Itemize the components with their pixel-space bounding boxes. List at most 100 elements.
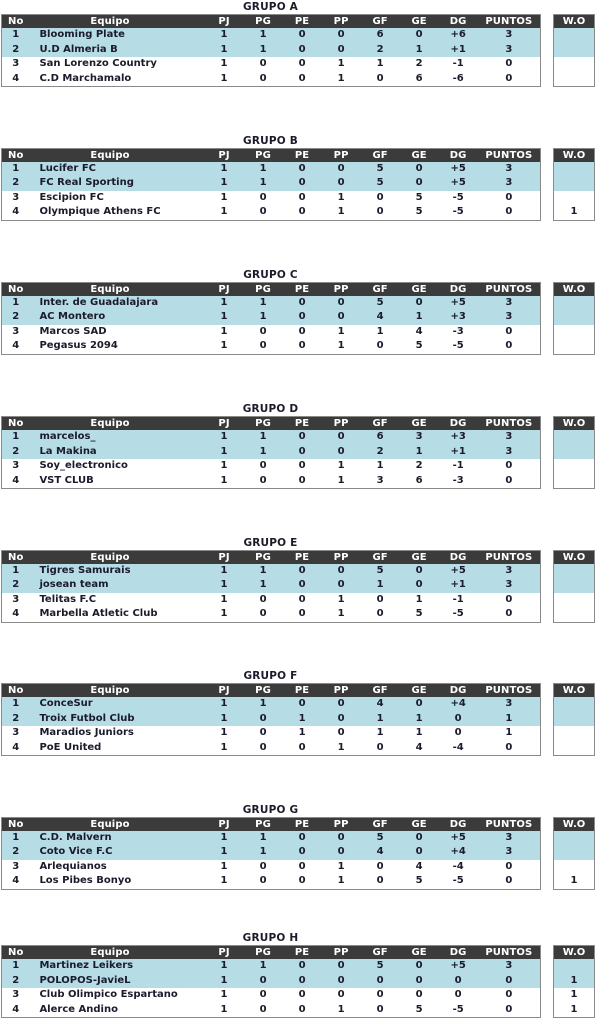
column-header-gf[interactable]: GF <box>360 282 400 296</box>
column-header-pj[interactable]: PJ <box>204 550 244 564</box>
walkover-row[interactable]: 1 <box>553 973 595 988</box>
table-row[interactable]: 4 Marbella Atletic Club 1 0 0 1 0 5 -5 0 <box>1 607 541 622</box>
column-header-ge[interactable]: GE <box>399 416 439 430</box>
table-row[interactable]: 4 VST CLUB 1 0 0 1 3 6 -3 0 <box>1 473 541 489</box>
table-row[interactable]: 4 PoE United 1 0 0 1 0 4 -4 0 <box>1 740 541 756</box>
column-header-pe[interactable]: PE <box>282 683 322 697</box>
walkover-row[interactable] <box>553 324 595 339</box>
column-header-dg[interactable]: DG <box>438 683 478 697</box>
table-row[interactable]: 3 Soy_electronico 1 0 0 1 1 2 -1 0 <box>1 459 541 474</box>
table-row[interactable]: 4 C.D Marchamalo 1 0 0 1 0 6 -6 0 <box>1 71 541 87</box>
column-header-ge[interactable]: GE <box>399 14 439 28</box>
column-header-puntos[interactable]: PUNTOS <box>477 148 541 162</box>
walkover-row[interactable] <box>553 578 595 593</box>
column-header-pj[interactable]: PJ <box>204 416 244 430</box>
column-header-team[interactable]: Equipo <box>29 282 205 296</box>
column-header-ge[interactable]: GE <box>399 683 439 697</box>
column-header-pj[interactable]: PJ <box>204 14 244 28</box>
table-row[interactable]: 3 San Lorenzo Country 1 0 0 1 1 2 -1 0 <box>1 57 541 72</box>
table-row[interactable]: 1 Inter. de Guadalajara 1 1 0 0 5 0 +5 3 <box>1 295 541 310</box>
column-header-no[interactable]: No <box>1 550 30 564</box>
column-header-no[interactable]: No <box>1 148 30 162</box>
column-header-ge[interactable]: GE <box>399 945 439 959</box>
column-header-pg[interactable]: PG <box>243 282 283 296</box>
column-header-pp[interactable]: PP <box>321 148 361 162</box>
column-header-wo[interactable]: W.O <box>553 817 595 831</box>
walkover-row[interactable] <box>553 295 595 310</box>
table-row[interactable]: 4 Olympique Athens FC 1 0 0 1 0 5 -5 0 <box>1 205 541 220</box>
column-header-pe[interactable]: PE <box>282 282 322 296</box>
column-header-pg[interactable]: PG <box>243 683 283 697</box>
column-header-team[interactable]: Equipo <box>29 416 205 430</box>
column-header-team[interactable]: Equipo <box>29 14 205 28</box>
table-row[interactable]: 2 josean team 1 1 0 0 1 0 +1 3 <box>1 578 541 593</box>
column-header-pp[interactable]: PP <box>321 683 361 697</box>
column-header-wo[interactable]: W.O <box>553 282 595 296</box>
table-row[interactable]: 2 POLOPOS-JavieL 1 0 0 0 0 0 0 0 <box>1 973 541 988</box>
column-header-gf[interactable]: GF <box>360 416 400 430</box>
column-header-puntos[interactable]: PUNTOS <box>477 416 541 430</box>
table-row[interactable]: 4 Alerce Andino 1 0 0 1 0 5 -5 0 <box>1 1002 541 1018</box>
table-row[interactable]: 1 ConceSur 1 1 0 0 4 0 +4 3 <box>1 697 541 712</box>
table-row[interactable]: 1 marcelos_ 1 1 0 0 6 3 +3 3 <box>1 430 541 445</box>
column-header-pg[interactable]: PG <box>243 945 283 959</box>
walkover-row[interactable]: 1 <box>553 1002 595 1018</box>
column-header-gf[interactable]: GF <box>360 945 400 959</box>
walkover-row[interactable] <box>553 28 595 43</box>
table-row[interactable]: 3 Marcos SAD 1 0 0 1 1 4 -3 0 <box>1 324 541 339</box>
column-header-dg[interactable]: DG <box>438 945 478 959</box>
column-header-pg[interactable]: PG <box>243 817 283 831</box>
table-row[interactable]: 1 C.D. Malvern 1 1 0 0 5 0 +5 3 <box>1 830 541 845</box>
column-header-pg[interactable]: PG <box>243 416 283 430</box>
column-header-pp[interactable]: PP <box>321 945 361 959</box>
column-header-pe[interactable]: PE <box>282 416 322 430</box>
table-row[interactable]: 4 Pegasus 2094 1 0 0 1 0 5 -5 0 <box>1 339 541 354</box>
column-header-gf[interactable]: GF <box>360 550 400 564</box>
walkover-row[interactable] <box>553 711 595 726</box>
table-row[interactable]: 2 Coto Vice F.C 1 1 0 0 4 0 +4 3 <box>1 845 541 860</box>
column-header-wo[interactable]: W.O <box>553 683 595 697</box>
column-header-no[interactable]: No <box>1 14 30 28</box>
column-header-puntos[interactable]: PUNTOS <box>477 282 541 296</box>
column-header-no[interactable]: No <box>1 282 30 296</box>
walkover-row[interactable] <box>553 190 595 205</box>
table-row[interactable]: 3 Telitas F.C 1 0 0 1 0 1 -1 0 <box>1 592 541 607</box>
column-header-pj[interactable]: PJ <box>204 817 244 831</box>
column-header-pe[interactable]: PE <box>282 550 322 564</box>
column-header-dg[interactable]: DG <box>438 14 478 28</box>
column-header-team[interactable]: Equipo <box>29 817 205 831</box>
column-header-pe[interactable]: PE <box>282 945 322 959</box>
column-header-no[interactable]: No <box>1 683 30 697</box>
table-row[interactable]: 1 Lucifer FC 1 1 0 0 5 0 +5 3 <box>1 161 541 176</box>
column-header-wo[interactable]: W.O <box>553 148 595 162</box>
column-header-pp[interactable]: PP <box>321 416 361 430</box>
column-header-ge[interactable]: GE <box>399 550 439 564</box>
column-header-no[interactable]: No <box>1 945 30 959</box>
column-header-pj[interactable]: PJ <box>204 282 244 296</box>
walkover-row[interactable]: 1 <box>553 874 595 889</box>
column-header-pg[interactable]: PG <box>243 148 283 162</box>
walkover-row[interactable] <box>553 592 595 607</box>
walkover-row[interactable] <box>553 430 595 445</box>
walkover-row[interactable] <box>553 71 595 87</box>
walkover-row[interactable] <box>553 563 595 578</box>
walkover-row[interactable] <box>553 42 595 57</box>
table-row[interactable]: 1 Tigres Samurais 1 1 0 0 5 0 +5 3 <box>1 563 541 578</box>
table-row[interactable]: 3 Escipion FC 1 0 0 1 0 5 -5 0 <box>1 190 541 205</box>
table-row[interactable]: 2 AC Montero 1 1 0 0 4 1 +3 3 <box>1 310 541 325</box>
column-header-puntos[interactable]: PUNTOS <box>477 817 541 831</box>
column-header-pp[interactable]: PP <box>321 282 361 296</box>
column-header-pg[interactable]: PG <box>243 14 283 28</box>
table-row[interactable]: 2 U.D Almeria B 1 1 0 0 2 1 +1 3 <box>1 42 541 57</box>
walkover-row[interactable] <box>553 310 595 325</box>
column-header-puntos[interactable]: PUNTOS <box>477 683 541 697</box>
column-header-dg[interactable]: DG <box>438 416 478 430</box>
walkover-row[interactable]: 1 <box>553 988 595 1003</box>
walkover-row[interactable] <box>553 57 595 72</box>
table-row[interactable]: 1 Blooming Plate 1 1 0 0 6 0 +6 3 <box>1 28 541 43</box>
column-header-pe[interactable]: PE <box>282 148 322 162</box>
table-row[interactable]: 2 La Makina 1 1 0 0 2 1 +1 3 <box>1 444 541 459</box>
column-header-dg[interactable]: DG <box>438 282 478 296</box>
table-row[interactable]: 3 Maradios Juniors 1 0 1 0 1 1 0 1 <box>1 726 541 741</box>
column-header-team[interactable]: Equipo <box>29 148 205 162</box>
